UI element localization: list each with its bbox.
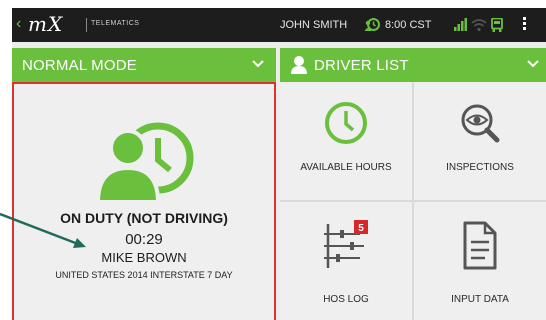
input-data-label: INPUT DATA [451,294,509,305]
document-icon [463,221,497,270]
brand-divider [86,18,87,32]
hos-log-tile[interactable]: 5 HOS LOG [280,202,412,320]
available-hours-label: AVAILABLE HOURS [300,162,392,173]
action-grid: AVAILABLE HOURS INSPECTIONS 5 HOS LOG IN… [280,82,546,320]
chevron-down-icon [527,60,539,68]
wifi-icon [471,19,487,32]
user-name: JOHN SMITH [280,19,348,31]
signal-icon [454,18,467,31]
available-hours-tile[interactable]: AVAILABLE HOURS [280,82,412,200]
clock-icon [325,102,367,144]
duty-duration: 00:29 [125,231,163,248]
driver-duty-clock-icon [98,122,194,204]
driver-name: MIKE BROWN [101,250,187,265]
brand-logo: mX [28,12,64,36]
log-sliders-icon: 5 [324,220,368,268]
truck-icon [491,18,503,32]
hos-ruleset: UNITED STATES 2014 INTERSTATE 7 DAY [55,270,233,280]
inspections-label: INSPECTIONS [446,162,514,173]
duty-status-text: ON DUTY (NOT DRIVING) [60,210,228,226]
back-icon[interactable]: ‹ [16,15,21,33]
badge-count: 5 [358,223,364,234]
overflow-menu-icon[interactable] [523,17,527,33]
clock-time: 8:00 CST [385,19,432,31]
tablet-screen: ‹ mX TELEMATICS JOHN SMITH 8:00 CST NORM… [12,8,546,320]
driver-clock-icon [364,18,380,31]
input-data-tile[interactable]: INPUT DATA [414,202,546,320]
driver-list-label: DRIVER LIST [314,57,409,74]
hos-log-label: HOS LOG [323,294,369,305]
duty-status-panel[interactable]: ON DUTY (NOT DRIVING) 00:29 MIKE BROWN U… [12,82,276,320]
person-icon [291,56,307,74]
chevron-down-icon [252,60,264,68]
magnifier-eye-icon [461,104,500,143]
driver-list-selector[interactable]: DRIVER LIST [280,48,546,82]
brand-subtitle: TELEMATICS [91,20,140,27]
mode-selector[interactable]: NORMAL MODE [12,48,276,82]
mode-label: NORMAL MODE [22,57,137,74]
inspections-tile[interactable]: INSPECTIONS [414,82,546,200]
status-bar: ‹ mX TELEMATICS JOHN SMITH 8:00 CST [12,8,546,42]
